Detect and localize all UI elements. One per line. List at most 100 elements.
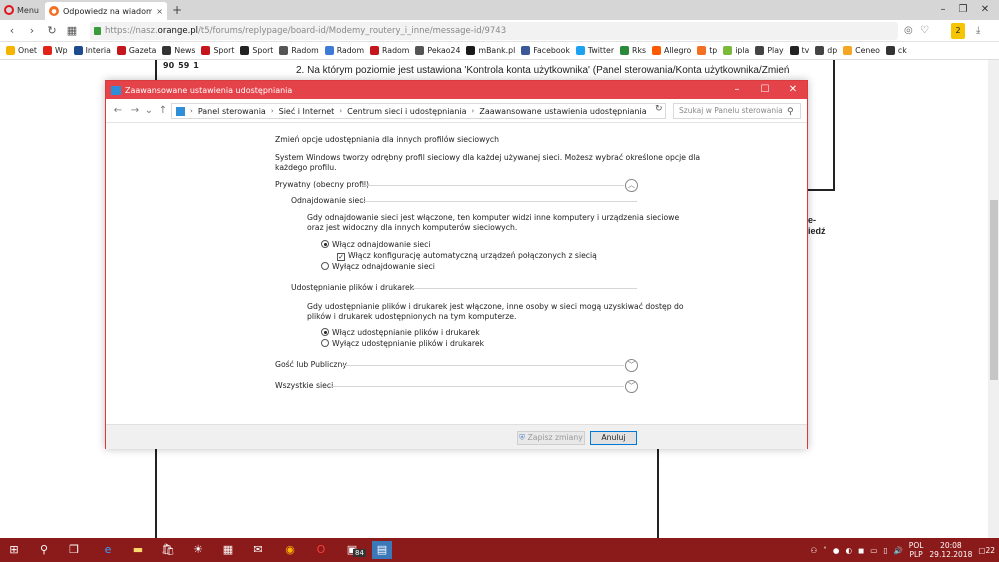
orange-app-icon[interactable]: ◉	[280, 541, 300, 559]
tray-app-icon[interactable]: ◼	[858, 546, 864, 555]
bookmark-item[interactable]: Radom	[370, 46, 409, 55]
cancel-button[interactable]: Anuluj	[590, 431, 637, 445]
search-icon[interactable]: ⚲	[787, 105, 797, 117]
section-guest-profile[interactable]: Gość lub Publiczny	[275, 360, 347, 369]
bookmark-item[interactable]: Ceneo	[843, 46, 880, 55]
checkbox-auto-config[interactable]: ✓ Włącz konfigurację automatyczną urządze…	[337, 251, 597, 261]
heart-icon[interactable]: ♡	[920, 22, 929, 40]
bookmark-item[interactable]: dp	[815, 46, 837, 55]
bookmark-item[interactable]: Facebook	[521, 46, 570, 55]
bookmark-item[interactable]: Wp	[42, 46, 68, 55]
calendar-icon[interactable]: ▦	[218, 541, 238, 559]
chevron-down-icon[interactable]: ﹀	[625, 380, 638, 393]
breadcrumb[interactable]: › Panel sterowania › Sieć i Internet › C…	[171, 103, 666, 119]
battery-icon[interactable]: ▭	[870, 546, 877, 555]
browser-tab-active[interactable]: ● Odpowiedz na wiadomość ×	[45, 2, 167, 20]
section-private-profile[interactable]: Prywatny (obecny profil)	[275, 180, 369, 189]
new-tab-button[interactable]: +	[170, 2, 184, 18]
camera-icon[interactable]: ◎	[904, 22, 913, 40]
breadcrumb-item[interactable]: Zaawansowane ustawienia udostępniania	[479, 107, 646, 116]
volume-icon[interactable]: 🔊	[893, 546, 902, 555]
radio-label: Wyłącz odnajdowanie sieci	[332, 262, 435, 271]
breadcrumb-item[interactable]: Centrum sieci i udostępniania	[347, 107, 466, 116]
radio-unselected-icon[interactable]	[321, 339, 329, 347]
checkbox-checked-icon[interactable]: ✓	[337, 253, 345, 261]
bookmark-item[interactable]: ck	[885, 46, 907, 55]
reload-icon[interactable]: ↻	[44, 22, 60, 40]
weather-icon[interactable]: ☀	[188, 541, 208, 559]
back-arrow-icon[interactable]: ←	[111, 103, 125, 119]
bookmark-item[interactable]: Gazeta	[116, 46, 156, 55]
bookmark-item[interactable]: Interia	[73, 46, 111, 55]
edge-icon[interactable]: e	[98, 541, 118, 559]
people-icon[interactable]: ⚇	[810, 546, 817, 555]
network-icon[interactable]: ▯	[883, 546, 887, 555]
restore-icon[interactable]: ❐	[954, 2, 972, 18]
store-icon[interactable]: 🛍	[158, 541, 178, 559]
tab-close-icon[interactable]: ×	[156, 7, 163, 16]
bookmark-item[interactable]: Twitter	[575, 46, 614, 55]
save-button[interactable]: ⛨ Zapisz zmiany	[517, 431, 585, 445]
language-indicator[interactable]: POL PLP	[909, 541, 924, 559]
bookmark-favicon-icon	[240, 46, 250, 55]
forward-arrow-icon[interactable]: ›	[24, 22, 40, 40]
bookmark-item[interactable]: Sport	[201, 46, 234, 55]
breadcrumb-item[interactable]: Panel sterowania	[198, 107, 266, 116]
bookmark-item[interactable]: Onet	[6, 46, 37, 55]
download-icon[interactable]: ⤓	[976, 22, 980, 40]
speed-dial-grid-icon[interactable]: ▦	[64, 22, 80, 40]
radio-discovery-off[interactable]: Wyłącz odnajdowanie sieci	[321, 262, 435, 271]
control-panel-task-icon[interactable]: ▤	[372, 541, 392, 559]
url-input[interactable]: https://nasz.orange.pl/t5/forums/replypa…	[90, 22, 898, 40]
maximize-icon[interactable]: ☐	[751, 81, 779, 99]
file-explorer-icon[interactable]: ▬	[128, 541, 148, 559]
back-arrow-icon[interactable]: ‹	[4, 22, 20, 40]
close-window-icon[interactable]: ✕	[976, 2, 994, 18]
radio-selected-icon[interactable]	[321, 240, 329, 248]
minimize-icon[interactable]: –	[934, 2, 952, 18]
tray-app-icon[interactable]: ◐	[845, 546, 852, 555]
page-scrollbar-thumb[interactable]	[990, 200, 998, 380]
bookmark-item[interactable]: ipla	[723, 46, 749, 55]
tray-app-icon[interactable]: ●	[833, 546, 840, 555]
extension-badge[interactable]: 2	[951, 23, 965, 39]
radio-discovery-on[interactable]: Włącz odnajdowanie sieci	[321, 240, 431, 249]
opera-menu-button[interactable]: Menu	[4, 2, 42, 18]
breadcrumb-item[interactable]: Sieć i Internet	[279, 107, 335, 116]
bookmark-item[interactable]: News	[162, 46, 195, 55]
close-icon[interactable]: ✕	[779, 81, 807, 99]
bookmark-item[interactable]: Allegro	[652, 46, 691, 55]
bookmark-item[interactable]: tv	[789, 46, 809, 55]
bookmark-item[interactable]: mBank.pl	[466, 46, 515, 55]
chevron-up-icon[interactable]: ˄	[823, 546, 827, 555]
task-view-icon[interactable]: ❒	[64, 541, 84, 559]
opera-icon[interactable]: O	[311, 541, 331, 559]
notifications-icon[interactable]: ▢22	[978, 546, 995, 555]
bookmark-item[interactable]: tp	[697, 46, 717, 55]
bookmark-item[interactable]: Radom	[279, 46, 319, 55]
chevron-up-icon[interactable]: ︿	[625, 179, 638, 192]
radio-sharing-off[interactable]: Wyłącz udostępnianie plików i drukarek	[321, 339, 484, 348]
bookmark-item[interactable]: Play	[755, 46, 784, 55]
search-icon[interactable]: ⚲	[34, 541, 54, 559]
minimize-icon[interactable]: –	[723, 81, 751, 99]
windows-start-icon[interactable]: ⊞	[4, 541, 24, 559]
bookmark-item[interactable]: Radom	[324, 46, 364, 55]
forward-arrow-icon[interactable]: →	[128, 103, 142, 119]
chevron-down-icon[interactable]: ﹀	[625, 359, 638, 372]
radio-selected-icon[interactable]	[321, 328, 329, 336]
section-all-networks[interactable]: Wszystkie sieci	[275, 381, 333, 390]
search-input[interactable]: Szukaj w Panelu sterowania ⚲	[673, 103, 801, 119]
bookmark-item[interactable]: Pekao24	[415, 46, 460, 55]
refresh-icon[interactable]: ↻	[655, 104, 663, 114]
up-arrow-icon[interactable]: ↑	[156, 103, 170, 119]
chevron-down-icon[interactable]: ⌄	[142, 103, 156, 119]
window-title-bar[interactable]: Zaawansowane ustawienia udostępniania – …	[106, 81, 807, 99]
bookmark-item[interactable]: Sport	[240, 46, 273, 55]
clock[interactable]: 20:08 29.12.2018	[929, 541, 972, 559]
intro-text: każdego profilu.	[275, 163, 337, 172]
mail-icon[interactable]: ✉	[248, 541, 268, 559]
bookmark-item[interactable]: Rks	[620, 46, 646, 55]
radio-sharing-on[interactable]: Włącz udostępnianie plików i drukarek	[321, 328, 480, 337]
radio-unselected-icon[interactable]	[321, 262, 329, 270]
